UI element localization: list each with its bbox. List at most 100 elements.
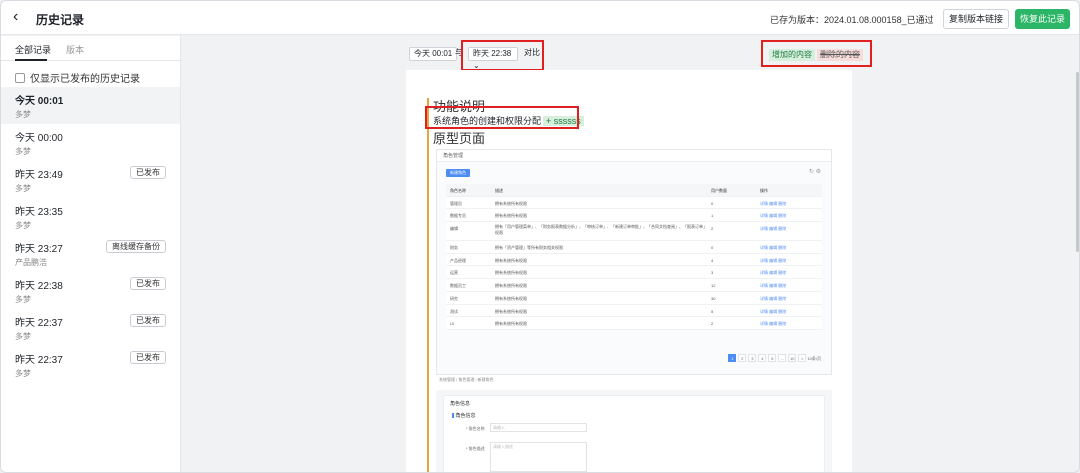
cell: 拥有系统所有权限: [495, 321, 527, 327]
cell: 拥有系统所有权限: [495, 295, 527, 301]
change-marker-bar: [427, 98, 429, 472]
history-item[interactable]: 昨天 23:49 多梦 已发布: [1, 161, 180, 198]
embedded-name-input: 请输入: [490, 423, 587, 432]
cell: 0: [711, 245, 714, 251]
page-number: 2: [738, 354, 747, 362]
history-item-time: 昨天 23:49: [15, 170, 63, 181]
table-row: 数据员工 拥有系统所有权限 12 详情 编辑 删除: [446, 279, 822, 292]
embedded-field-label: * 角色描述: [466, 446, 485, 451]
history-item-user: 多梦: [15, 332, 31, 341]
active-tab-indicator: [15, 59, 47, 61]
embedded-form-section-title: 角色信息: [450, 401, 471, 407]
cell: 拥有「用户管理菜单」、「财务报表数据分析」、「审核订单」、「新建订单审批」、「合…: [495, 224, 705, 236]
cell: 详情 编辑 删除: [760, 270, 787, 276]
cell: 详情 编辑 删除: [760, 245, 787, 251]
tab-all-records[interactable]: 全部记录: [15, 43, 51, 56]
cell: 详情 编辑 删除: [760, 226, 787, 232]
cell: UI: [450, 321, 454, 327]
history-item[interactable]: 昨天 23:27 产品鹏浩 离线缓存备份: [1, 235, 180, 272]
offline-backup-badge: 离线缓存备份: [106, 240, 166, 253]
table-row: 编辑 拥有「用户管理菜单」、「财务报表数据分析」、「审核订单」、「新建订单审批」、…: [446, 222, 822, 242]
heading-prototype-page: 原型页面: [433, 131, 486, 146]
only-published-checkbox[interactable]: [15, 73, 25, 83]
document-page: 功能说明 系统角色的创建和权限分配 + ssssss 原型页面 角色管理 新建角色…: [406, 70, 852, 472]
col-header: 操作: [760, 188, 768, 193]
page-title: 历史记录: [36, 13, 85, 27]
cell: 拥有系统所有权限: [495, 213, 527, 219]
cell: 30: [711, 295, 716, 301]
sidebar-tabs: 全部记录 版本: [1, 36, 180, 61]
history-item[interactable]: 今天 00:01 多梦: [1, 87, 180, 124]
cell: 3: [711, 270, 714, 276]
history-item-user: 多梦: [15, 295, 31, 304]
restore-record-button[interactable]: 恢复此记录: [1015, 9, 1070, 29]
history-item-time: 昨天 22:38: [15, 281, 63, 292]
embedded-field-label: * 角色名称: [466, 426, 485, 431]
table-row: UI 拥有系统所有权限 2 详情 编辑 删除: [446, 317, 822, 330]
cell: 详情 编辑 删除: [760, 200, 787, 206]
table-row: 数据专员 拥有系统所有权限 1 详情 编辑 删除: [446, 209, 822, 223]
table-row: 管理员 拥有系统所有权限 0 详情 编辑 删除: [446, 197, 822, 210]
history-item[interactable]: 昨天 22:38 多梦 已发布: [1, 272, 180, 309]
published-badge: 已发布: [130, 351, 166, 364]
history-item[interactable]: 昨天 23:35 多梦: [1, 198, 180, 235]
table-row: 财务 拥有「资产管理」等所有财务相关权限 0 详情 编辑 删除: [446, 241, 822, 254]
history-item-time: 今天 00:00: [15, 133, 63, 144]
cell: 0: [711, 200, 714, 206]
cell: 详情 编辑 删除: [760, 321, 787, 327]
cell: 数据员工: [450, 283, 466, 289]
top-bar: ‹ 历史记录 已存为版本：2024.01.08.000158_已通过 复制版本链…: [1, 1, 1079, 35]
cell: 详情 编辑 删除: [760, 295, 787, 301]
embedded-pagination: 1 2 3 4 5... 10 > 10条/页: [726, 354, 821, 362]
table-header-row: 角色名称 描述 用户数量 操作: [446, 184, 822, 197]
compare-area: 今天 00:01 与 昨天 22:38 ⌄ 对比 增加的内容 删除的内容 功能说…: [181, 36, 1079, 472]
prototype-screenshot-role-list: 角色管理 新建角色 ↻ ⚙ 角色名称 描述 用户数量 操作 管理员 拥有系统所有权…: [436, 149, 832, 375]
embedded-role-table: 角色名称 描述 用户数量 操作 管理员 拥有系统所有权限 0 详情 编辑 删除 数据专…: [446, 184, 822, 330]
cell: 财务: [450, 245, 458, 251]
history-window: ‹ 历史记录 已存为版本：2024.01.08.000158_已通过 复制版本链…: [0, 0, 1080, 473]
left-version-tag: 今天 00:01: [409, 47, 458, 61]
page-next: >: [798, 354, 807, 362]
only-published-filter[interactable]: 仅显示已发布的历史记录: [15, 70, 140, 85]
embedded-desc-input: 请输入描述: [490, 442, 587, 472]
cell: 2: [711, 226, 714, 232]
history-item-time: 昨天 22:37: [15, 318, 63, 329]
history-item[interactable]: 今天 00:00 多梦: [1, 124, 180, 161]
copy-version-link-button[interactable]: 复制版本链接: [943, 9, 1009, 29]
back-arrow-icon[interactable]: ‹: [13, 9, 29, 25]
history-item-time: 今天 00:01: [15, 96, 64, 107]
embedded-new-role-button: 新建角色: [446, 169, 470, 177]
embedded-page-title: 角色管理: [437, 150, 831, 162]
embedded-breadcrumb: 系统管理 / 角色管理 / 新建角色: [439, 377, 494, 382]
vertical-scrollbar[interactable]: [1076, 72, 1079, 252]
history-sidebar: 全部记录 版本 仅显示已发布的历史记录 今天 00:01 多梦 今天 00:00…: [1, 36, 181, 472]
cell: 拥有系统所有权限: [495, 308, 527, 314]
col-header: 用户数量: [711, 188, 727, 193]
cell: 研究: [450, 295, 458, 301]
cell: 5: [711, 308, 714, 314]
cell: 产品经理: [450, 257, 466, 263]
tab-versions[interactable]: 版本: [66, 43, 84, 56]
cell: 详情 编辑 删除: [760, 283, 787, 289]
embedded-toolbar-icons: ↻ ⚙: [808, 169, 821, 175]
published-badge: 已发布: [130, 314, 166, 327]
cell: 拥有「资产管理」等所有财务相关权限: [495, 245, 563, 251]
embedded-form-subtitle: 角色信息: [452, 412, 476, 419]
highlight-box-added-line: [425, 106, 579, 129]
cell: 12: [711, 283, 716, 289]
history-item[interactable]: 昨天 22:37 多梦 已发布: [1, 346, 180, 383]
cell: 拥有系统所有权限: [495, 283, 527, 289]
cell: 详情 编辑 删除: [760, 308, 787, 314]
history-item-time: 昨天 22:37: [15, 355, 63, 366]
page-number: 5: [768, 354, 777, 362]
col-header: 描述: [495, 188, 503, 193]
history-item[interactable]: 昨天 22:37 多梦 已发布: [1, 309, 180, 346]
highlight-box-version-select: [461, 40, 544, 71]
page-number: 10: [788, 354, 797, 362]
cell: 拥有系统所有权限: [495, 270, 527, 276]
cell: 4: [711, 257, 714, 263]
page-ellipsis: ...: [778, 354, 787, 362]
only-published-label: 仅显示已发布的历史记录: [30, 74, 140, 85]
page-size: 10条/页: [807, 356, 821, 361]
published-badge: 已发布: [130, 166, 166, 179]
